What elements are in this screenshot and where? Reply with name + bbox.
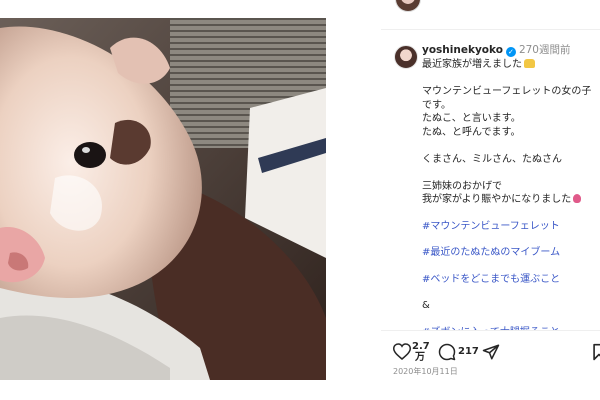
post-time-ago[interactable]: 270週間前 [519,44,571,56]
avatar[interactable] [395,0,421,12]
comment-count[interactable]: 217 [458,346,479,357]
hashtag-link[interactable]: #マウンテンビューフェレット [422,220,598,234]
post-actions-bar: 2.7 万 217 2020年10月11日 [381,330,600,391]
caption-line: & [422,300,430,311]
like-count[interactable]: 2.7 万 [412,341,430,363]
caption-line: くまさん、ミルさん、たぬさん [422,153,562,165]
post-caption-panel: yoshinekyoko ✓ 270週間前 最近家族が増えました マウンテンビューフ… [381,0,600,400]
caption-line: たぬ、と呼んでます。 [422,126,521,138]
bookmark-icon[interactable] [592,343,600,365]
caption-line: たぬこ、と言います。 [422,113,521,124]
caption-text: 最近家族が増えました マウンテンビューフェレットの女の子です。 たぬこ、と言いま… [422,58,598,339]
user-avatar[interactable] [394,45,418,69]
tulip-emoji-icon [573,194,582,203]
heart-icon[interactable] [392,343,412,364]
caption-line: 三姉妹のおかげで [422,180,502,192]
caption-line: マウンテンビューフェレットの女の子です。 [422,86,592,111]
ferret-photo [0,18,326,380]
caption-line: 我が家がより賑やかになりました [422,193,598,207]
post-date[interactable]: 2020年10月11日 [393,366,458,377]
caption-header: yoshinekyoko ✓ 270週間前 [422,44,570,57]
family-emoji-icon [524,59,535,68]
comment-bubble-icon[interactable] [438,343,456,365]
hashtag-link[interactable]: #最近のたぬたぬのマイブーム [422,246,598,260]
caption-line: 最近家族が増えました [422,58,598,72]
hashtag-link[interactable]: #ベッドをどこまでも運ぶこと [422,273,598,287]
divider [381,29,600,30]
post-image[interactable] [0,18,326,380]
share-paper-plane-icon[interactable] [482,343,500,365]
verified-badge-icon: ✓ [505,47,516,57]
username-link[interactable]: yoshinekyoko [422,44,503,56]
